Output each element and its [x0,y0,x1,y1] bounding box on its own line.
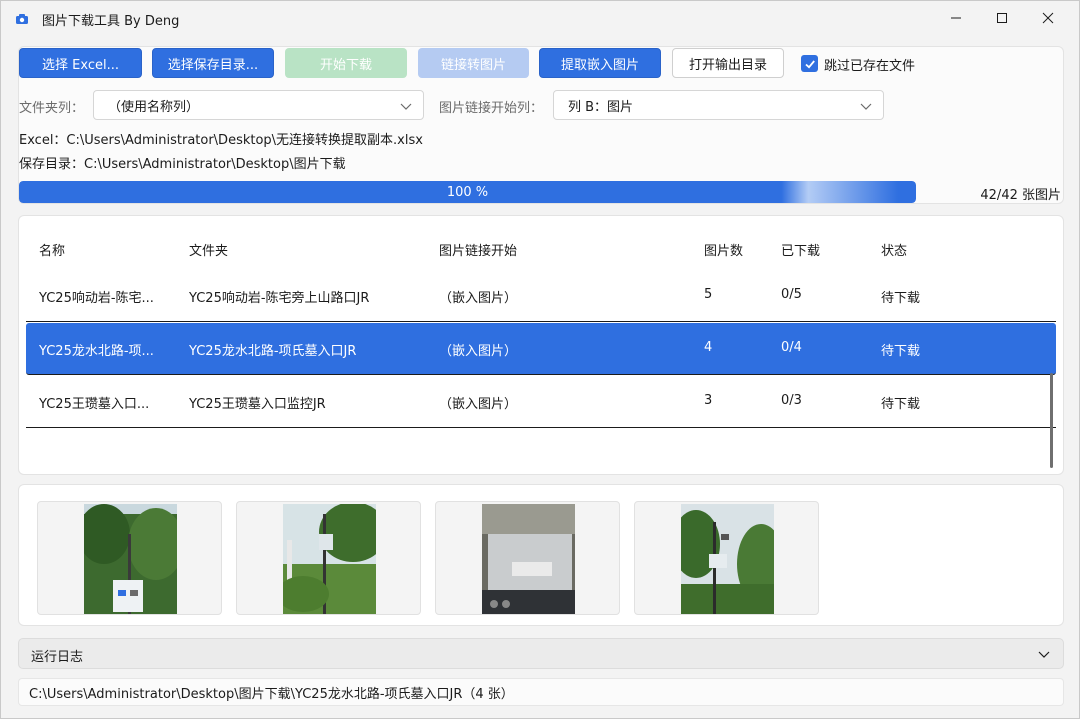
cell-image-count: 3 [704,393,713,408]
cell-name: YC25龙水北路-项... [39,344,154,359]
column-header-folder[interactable]: 文件夹 [189,240,228,259]
log-section-header[interactable]: 运行日志 [18,638,1064,669]
table-scrollbar[interactable] [1050,373,1053,468]
cell-folder: YC25龙水北路-项氏墓入口JR [189,344,357,359]
cell-folder: YC25响动岩-陈宅旁上山路口JR [189,291,370,306]
photo-weather-station-field-icon [283,504,376,614]
column-header-status[interactable]: 状态 [881,240,907,259]
chevron-down-icon [400,103,412,110]
cell-image-count: 5 [704,287,713,302]
download-progress-bar: 100 % [19,181,916,203]
close-button[interactable] [1025,1,1071,35]
cell-status: 待下载 [881,397,921,412]
column-header-name[interactable]: 名称 [39,240,65,259]
minimize-button[interactable] [933,1,979,35]
select-excel-button[interactable]: 选择 Excel... [19,48,142,78]
window-title: 图片下载工具 By Deng [42,14,180,29]
app-icon [16,14,28,24]
cell-downloaded: 0/3 [781,393,802,408]
cell-status: 待下载 [881,344,921,359]
title-bar: 图片下载工具 By Deng [1,1,1079,37]
folder-column-value: （使用名称列） [108,99,200,115]
folder-column-label: 文件夹列： [19,101,85,116]
maximize-button[interactable] [979,1,1025,35]
cell-name: YC25王瓒墓入口... [39,397,150,412]
thumbnail-card[interactable] [435,501,620,615]
save-dir-path: 保存目录：C:\Users\Administrator\Desktop\图片下载 [19,157,346,172]
app-window: 图片下载工具 By Deng 选择 Excel... 选择保存目录... 开始下… [0,0,1080,719]
cell-link-start: （嵌入图片） [439,344,518,359]
select-save-dir-button[interactable]: 选择保存目录... [152,48,274,78]
skip-existing-label: 跳过已存在文件 [824,59,916,74]
start-download-button[interactable]: 开始下载 [285,48,407,78]
table-row[interactable]: YC25王瓒墓入口... YC25王瓒墓入口监控JR （嵌入图片） 3 0/3 待下载 [26,376,1056,428]
thumbnail-card[interactable] [236,501,421,615]
checkmark-icon [804,59,815,68]
column-header-image-count[interactable]: 图片数 [704,240,743,259]
cell-link-start: （嵌入图片） [439,291,518,306]
log-title: 运行日志 [31,650,84,665]
cell-folder: YC25王瓒墓入口监控JR [189,397,326,412]
link-start-value: 列 B：图片 [568,99,634,115]
progress-percent: 100 % [446,184,489,200]
minimize-icon [951,17,961,19]
open-output-dir-button[interactable]: 打开输出目录 [672,48,784,78]
cell-downloaded: 0/5 [781,287,802,302]
maximize-icon [997,13,1007,23]
table-row[interactable]: YC25响动岩-陈宅... YC25响动岩-陈宅旁上山路口JR （嵌入图片） 5 0/5… [26,270,1056,322]
folder-column-select[interactable]: （使用名称列） [93,90,424,120]
table-row[interactable]: YC25龙水北路-项... YC25龙水北路-项氏墓入口JR （嵌入图片） 4 0/4 待… [26,323,1056,375]
cell-image-count: 4 [704,340,713,355]
photo-weather-station-icon [84,504,177,614]
photo-equipment-closeup-icon [482,504,575,614]
progress-count: 42/42 张图片 [980,188,1061,203]
link-start-label: 图片链接开始列： [439,101,544,116]
log-output-line: C:\Users\Administrator\Desktop\图片下载\YC25… [18,678,1064,706]
close-icon [1042,12,1054,24]
thumbnail-card[interactable] [37,501,222,615]
thumbnail-card[interactable] [634,501,819,615]
cell-downloaded: 0/4 [781,340,802,355]
column-header-downloaded[interactable]: 已下载 [781,240,820,259]
chevron-down-icon [1038,651,1050,658]
skip-existing-checkbox[interactable] [801,55,818,72]
photo-weather-station-icon [681,504,774,614]
cell-status: 待下载 [881,291,921,306]
cell-name: YC25响动岩-陈宅... [39,291,154,306]
extract-embedded-button[interactable]: 提取嵌入图片 [539,48,661,78]
chevron-down-icon [860,103,872,110]
link-to-image-button[interactable]: 链接转图片 [418,48,529,78]
link-start-select[interactable]: 列 B：图片 [553,90,884,120]
cell-link-start: （嵌入图片） [439,397,518,412]
excel-path: Excel：C:\Users\Administrator\Desktop\无连接… [19,133,423,148]
column-header-link-start[interactable]: 图片链接开始 [439,240,517,259]
